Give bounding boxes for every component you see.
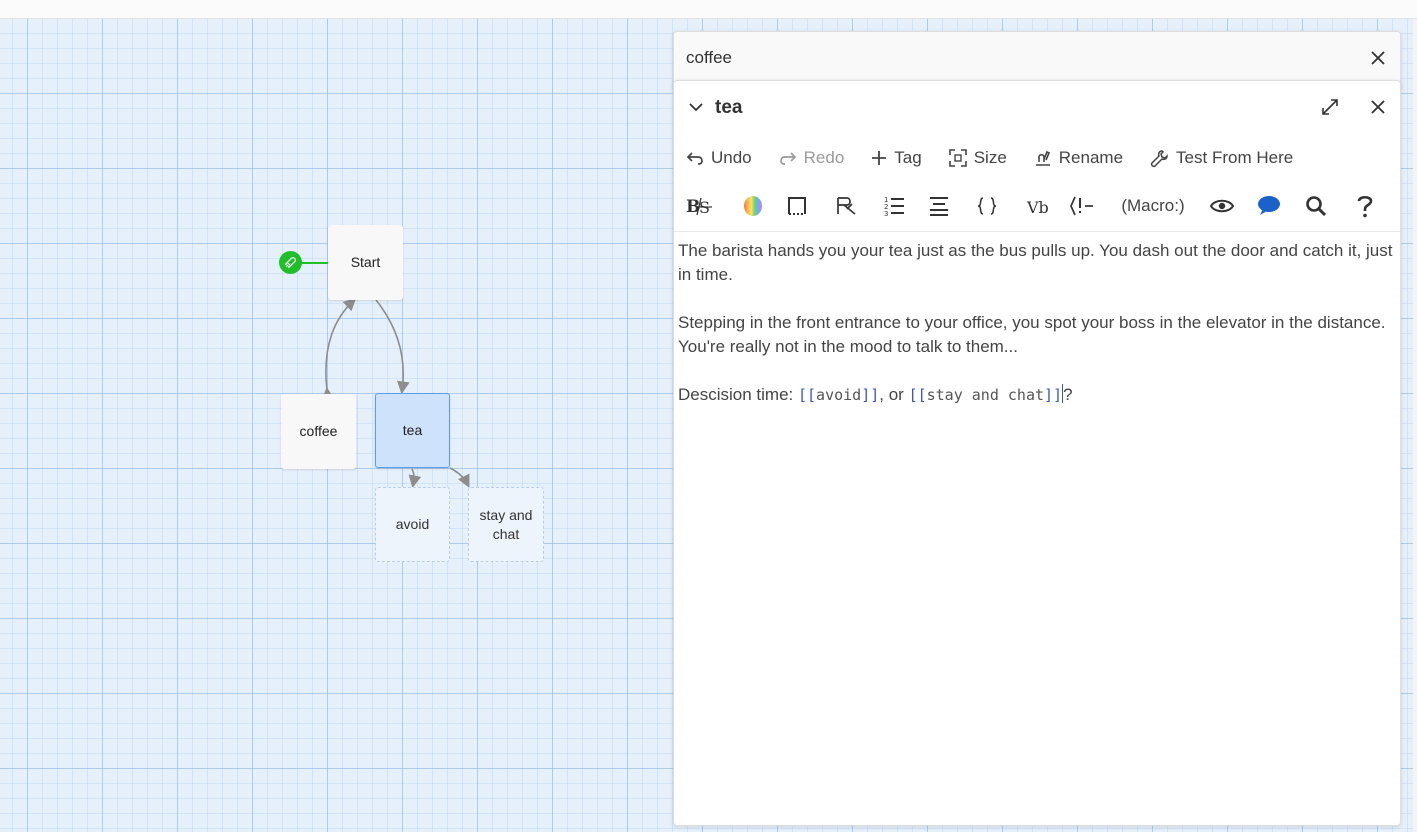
passage-stay-and-chat[interactable]: stay and chat bbox=[468, 487, 544, 562]
paragraph-1: The barista hands you your tea just as t… bbox=[678, 241, 1393, 284]
align-center-icon[interactable] bbox=[926, 189, 952, 223]
redo-label: Redo bbox=[803, 148, 845, 167]
comment-icon[interactable] bbox=[1255, 189, 1283, 223]
border-icon[interactable] bbox=[784, 189, 810, 223]
passage-text-editor[interactable]: The barista hands you your tea just as t… bbox=[678, 239, 1396, 431]
decision-prefix: Descision time: bbox=[678, 385, 798, 404]
test-from-here-button[interactable]: Test From Here bbox=[1150, 148, 1293, 168]
top-bar bbox=[0, 0, 1417, 19]
close-icon[interactable] bbox=[1366, 95, 1390, 119]
paragraph-2: Stepping in the front entrance to your o… bbox=[678, 313, 1386, 356]
passage-avoid[interactable]: avoid bbox=[375, 487, 450, 562]
svg-text:Vb: Vb bbox=[1026, 198, 1049, 217]
toolbar-divider bbox=[674, 231, 1400, 232]
undo-label: Undo bbox=[711, 148, 752, 167]
wrench-icon bbox=[1150, 149, 1168, 167]
svg-text:3: 3 bbox=[884, 210, 888, 217]
dialog-coffee-title[interactable]: coffee bbox=[686, 48, 732, 68]
dialog-tea: tea Undo Redo Tag Size Rename Test From … bbox=[673, 80, 1401, 826]
passage-stay-and-chat-label: stay and chat bbox=[479, 506, 533, 542]
macro-button[interactable]: (Macro:) bbox=[1116, 189, 1190, 223]
passage-start[interactable]: Start bbox=[328, 225, 403, 300]
link-avoid[interactable]: [[avoid]] bbox=[798, 386, 879, 404]
decision-mid: , or bbox=[879, 385, 909, 404]
colour-icon[interactable] bbox=[740, 189, 766, 223]
tag-button[interactable]: Tag bbox=[871, 148, 922, 168]
maximize-icon[interactable] bbox=[1319, 96, 1341, 118]
numbered-list-icon[interactable]: 123 bbox=[881, 189, 907, 223]
chevron-down-icon[interactable] bbox=[686, 97, 706, 117]
redo-button[interactable]: Redo bbox=[779, 148, 845, 168]
bold-strike-icon[interactable]: BS bbox=[682, 189, 716, 223]
close-icon[interactable] bbox=[1366, 46, 1390, 70]
decision-suffix: ? bbox=[1063, 385, 1073, 404]
paragraph-3: Descision time: [[avoid]], or [[stay and… bbox=[678, 383, 1396, 407]
undo-button[interactable]: Undo bbox=[686, 148, 752, 168]
transition-icon[interactable] bbox=[833, 189, 859, 223]
braces-icon[interactable] bbox=[974, 189, 1000, 223]
scrollbar[interactable] bbox=[1413, 19, 1417, 832]
rename-label: Rename bbox=[1058, 148, 1124, 167]
variable-icon[interactable]: Vb bbox=[1024, 189, 1052, 223]
eye-icon[interactable] bbox=[1208, 189, 1236, 223]
start-connector bbox=[301, 262, 329, 264]
test-from-here-label: Test From Here bbox=[1176, 148, 1294, 167]
size-label: Size bbox=[973, 148, 1007, 167]
link-avoid-text: avoid bbox=[816, 386, 862, 404]
dialog-tea-title: tea bbox=[715, 97, 743, 118]
undo-icon bbox=[686, 152, 703, 165]
rocket-icon bbox=[279, 251, 302, 274]
passage-tea[interactable]: tea bbox=[375, 393, 450, 468]
link-stay-and-chat-text: stay and chat bbox=[926, 386, 1045, 404]
size-button[interactable]: Size bbox=[948, 148, 1007, 168]
rename-button[interactable]: Rename bbox=[1034, 148, 1123, 168]
passage-coffee[interactable]: coffee bbox=[281, 394, 356, 469]
comment-syntax-icon[interactable] bbox=[1068, 189, 1098, 223]
search-icon[interactable] bbox=[1302, 189, 1330, 223]
format-toolbar: BS 123 Vb (Macro:) bbox=[674, 189, 1400, 223]
rename-icon bbox=[1035, 150, 1050, 166]
resize-icon bbox=[948, 149, 967, 167]
plus-icon bbox=[872, 151, 887, 165]
passage-toolbar: Undo Redo Tag Size Rename Test From Here bbox=[686, 145, 1320, 171]
tag-label: Tag bbox=[894, 148, 922, 167]
redo-icon bbox=[779, 152, 796, 165]
help-icon[interactable] bbox=[1352, 189, 1378, 223]
link-stay-and-chat[interactable]: [[stay and chat]] bbox=[909, 386, 1063, 404]
